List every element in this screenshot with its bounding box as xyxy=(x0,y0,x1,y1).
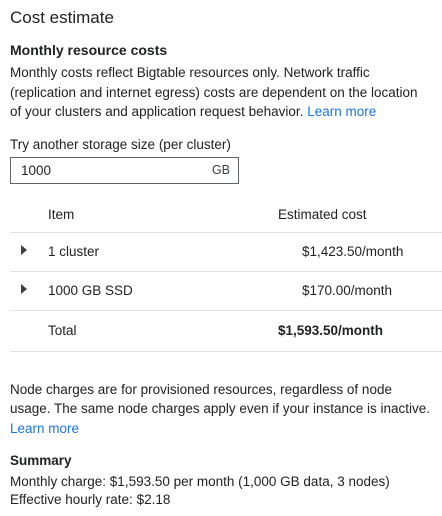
storage-size-value[interactable]: 1000 xyxy=(21,163,212,178)
table-row-total: Total $1,593.50/month xyxy=(10,311,442,352)
row-item-cost: $1,423.50/month xyxy=(302,244,404,259)
column-header-item: Item xyxy=(48,207,75,222)
summary-hourly-rate: Effective hourly rate: $2.18 xyxy=(10,492,171,507)
row-item-label: 1 cluster xyxy=(48,244,100,259)
node-charges-note: Node charges are for provisioned resourc… xyxy=(10,380,432,439)
node-charges-text: Node charges are for provisioned resourc… xyxy=(10,381,430,417)
summary-heading: Summary xyxy=(10,453,72,468)
cost-table: Item Estimated cost 1 cluster $1,423.50/… xyxy=(10,198,442,352)
storage-size-label: Try another storage size (per cluster) xyxy=(10,136,231,152)
total-cost: $1,593.50/month xyxy=(278,323,384,338)
cost-estimate-panel: Cost estimate Monthly resource costs Mon… xyxy=(0,0,442,516)
cost-table-header: Item Estimated cost xyxy=(10,198,442,233)
node-charges-learn-more-link[interactable]: Learn more xyxy=(10,421,79,436)
monthly-costs-heading: Monthly resource costs xyxy=(10,42,168,58)
storage-size-unit: GB xyxy=(211,163,230,177)
table-row-storage[interactable]: 1000 GB SSD $170.00/month xyxy=(10,272,442,311)
chevron-right-icon[interactable] xyxy=(10,284,34,297)
summary-monthly-charge: Monthly charge: $1,593.50 per month (1,0… xyxy=(10,474,390,489)
column-header-cost: Estimated cost xyxy=(278,207,367,222)
row-item-cost: $170.00/month xyxy=(302,283,393,298)
storage-size-input[interactable]: 1000 GB xyxy=(10,156,239,184)
chevron-right-icon[interactable] xyxy=(10,245,34,258)
monthly-learn-more-link[interactable]: Learn more xyxy=(307,104,376,119)
monthly-costs-description: Monthly costs reflect Bigtable resources… xyxy=(10,63,432,122)
table-row-cluster[interactable]: 1 cluster $1,423.50/month xyxy=(10,233,442,272)
panel-title: Cost estimate xyxy=(10,8,114,27)
total-label: Total xyxy=(48,323,77,338)
row-item-label: 1000 GB SSD xyxy=(48,283,133,298)
